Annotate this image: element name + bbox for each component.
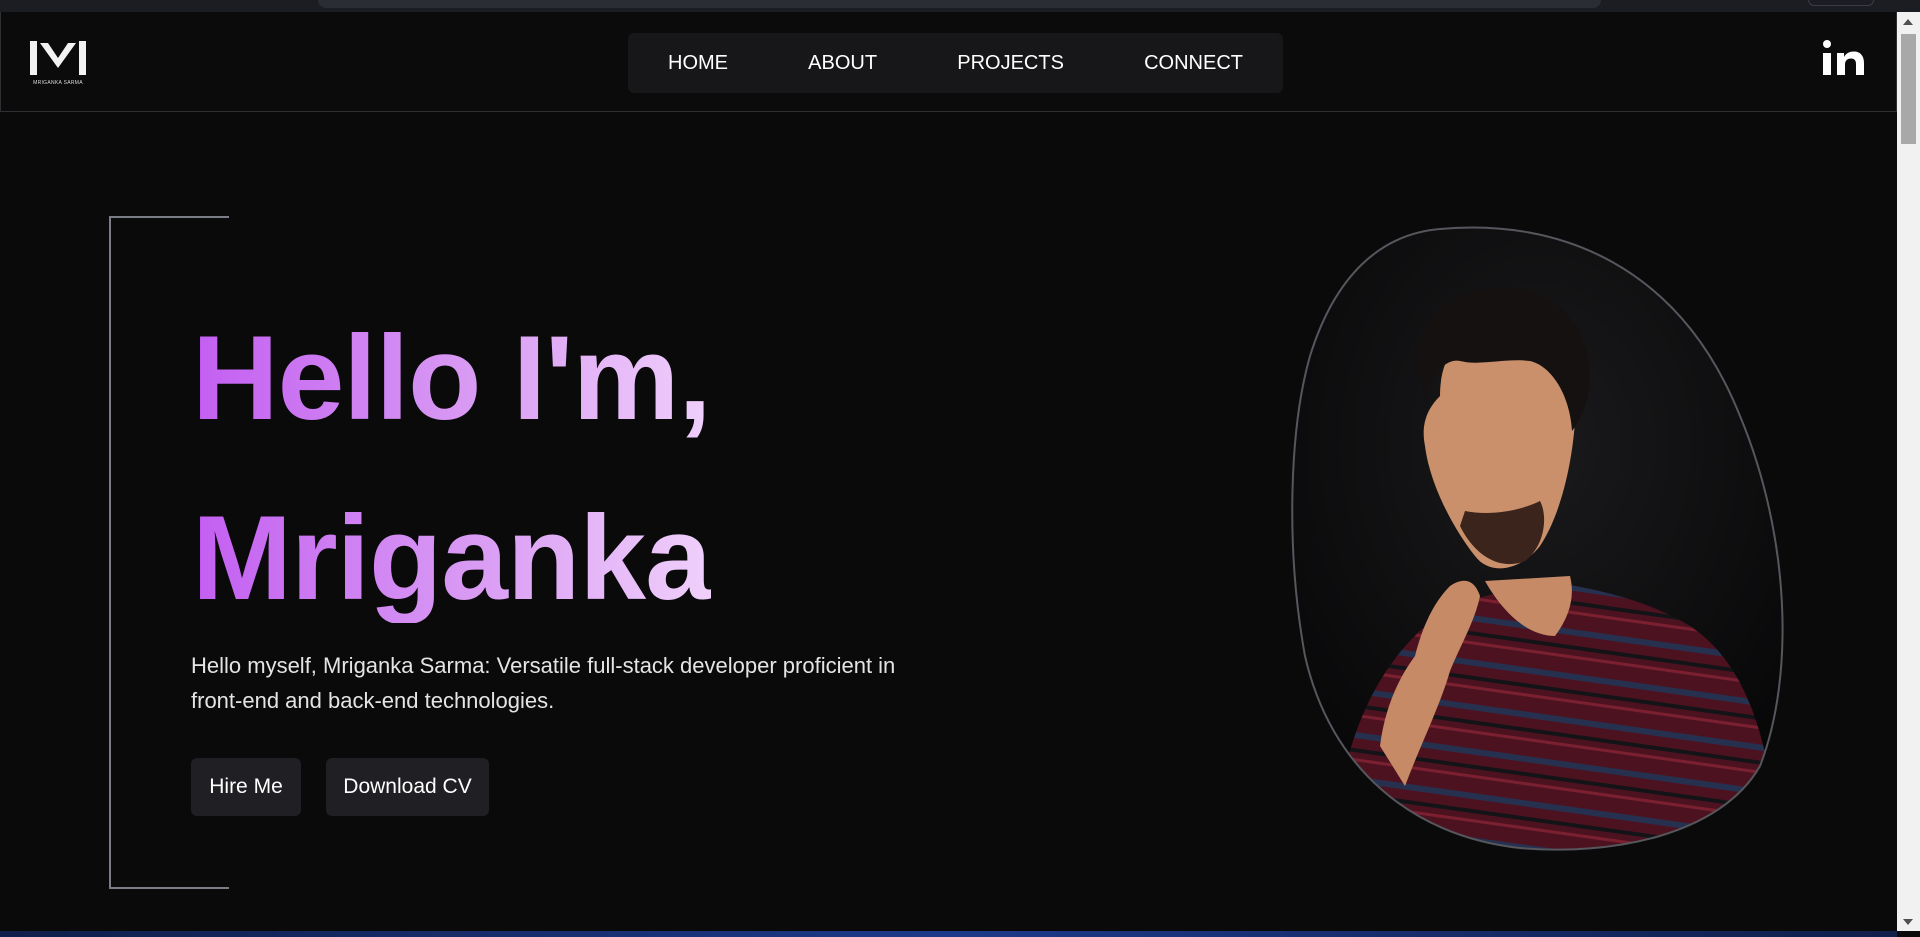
hero-intro: Hello myself, Mriganka Sarma: Versatile …: [191, 653, 896, 713]
hero-name: Mriganka: [192, 491, 712, 625]
main-nav: HOME ABOUT PROJECTS CONNECT: [628, 33, 1283, 93]
site-header: MRIGANKA SARMA HOME ABOUT PROJECTS CONNE…: [0, 12, 1897, 112]
page-scrollbar[interactable]: [1897, 12, 1920, 931]
site-logo[interactable]: MRIGANKA SARMA: [28, 38, 88, 94]
portrait-image: [1291, 226, 1784, 851]
nav-connect[interactable]: CONNECT: [1144, 52, 1243, 75]
browser-control: [1808, 0, 1874, 6]
scroll-down-arrow-icon[interactable]: [1903, 919, 1913, 925]
browser-address-bar: [318, 0, 1601, 8]
frame-line-left: [109, 216, 111, 889]
profile-photo: [1290, 226, 1790, 852]
nav-home[interactable]: HOME: [668, 52, 728, 75]
frame-line-top: [109, 216, 229, 218]
browser-top-strip: [0, 0, 1920, 12]
bottom-edge: [0, 931, 1897, 937]
linkedin-icon[interactable]: [1821, 37, 1865, 81]
logo-text: MRIGANKA SARMA: [33, 80, 83, 86]
download-cv-button[interactable]: Download CV: [326, 758, 489, 816]
nav-about[interactable]: ABOUT: [808, 52, 877, 75]
scrollbar-thumb[interactable]: [1901, 34, 1916, 144]
hero-greeting: Hello I'm,: [192, 311, 712, 445]
nav-projects[interactable]: PROJECTS: [957, 52, 1064, 75]
frame-line-bottom: [109, 887, 229, 889]
m-monogram-logo-icon: [30, 41, 86, 75]
hire-me-button[interactable]: Hire Me: [191, 758, 301, 816]
scroll-up-arrow-icon[interactable]: [1903, 19, 1913, 25]
